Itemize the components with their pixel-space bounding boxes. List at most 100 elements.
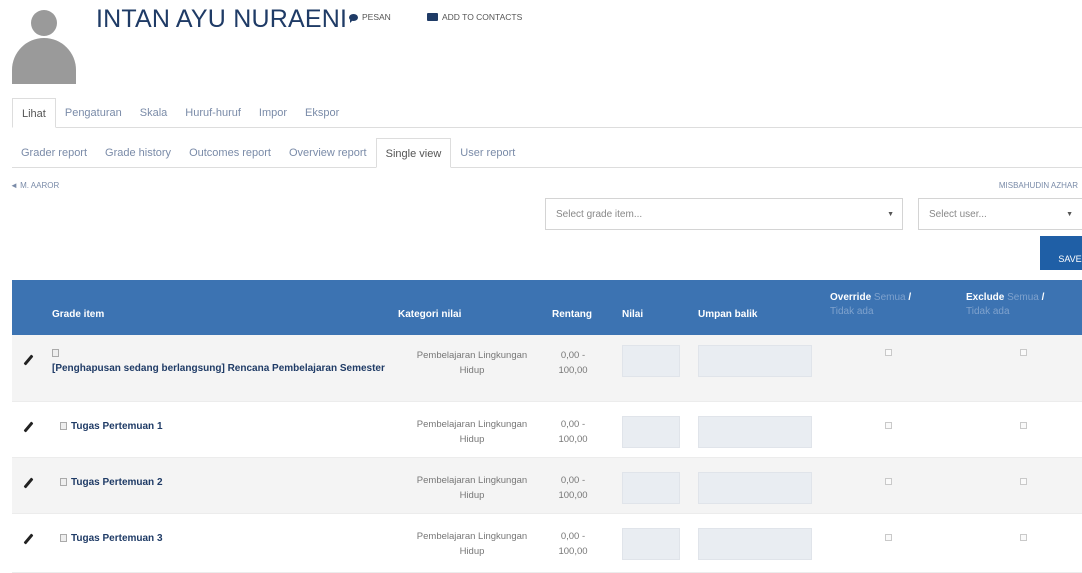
- user-avatar-icon[interactable]: [10, 4, 78, 84]
- tab-grade-history[interactable]: Grade history: [96, 138, 180, 168]
- grade-item-select-value: Select grade item...: [556, 209, 643, 220]
- exclude-all-link[interactable]: Semua: [1007, 292, 1039, 303]
- pencil-icon[interactable]: [22, 421, 34, 434]
- message-link[interactable]: PESAN: [349, 12, 391, 23]
- range-line1: 0,00 -: [560, 350, 586, 361]
- grade-item-name: [Penghapusan sedang berlangsung] Rencana…: [52, 363, 385, 374]
- tab-ekspor[interactable]: Ekspor: [296, 98, 348, 128]
- header-override-label: Override: [830, 292, 872, 303]
- header-exclude-label: Exclude: [966, 292, 1005, 303]
- tab-impor[interactable]: Impor: [250, 98, 296, 128]
- avatar-body: [12, 38, 76, 84]
- message-label: PESAN: [362, 12, 391, 22]
- avatar-head: [31, 10, 57, 36]
- override-separator: /: [908, 292, 912, 303]
- table-row: [Penghapusan sedang berlangsung] Rencana…: [12, 335, 1082, 402]
- override-checkbox[interactable]: [885, 422, 892, 429]
- address-card-icon: [427, 13, 438, 21]
- override-checkbox[interactable]: [885, 478, 892, 485]
- add-contact-link[interactable]: ADD TO CONTACTS: [427, 12, 522, 22]
- chat-bubble-icon: [349, 13, 358, 23]
- table-row: Tugas Pertemuan 2 Pembelajaran Lingkunga…: [12, 458, 1082, 514]
- tab-huruf-huruf[interactable]: Huruf-huruf: [176, 98, 250, 128]
- value-input[interactable]: [622, 345, 680, 377]
- exclude-checkbox[interactable]: [1020, 422, 1027, 429]
- category-line2: Hidup: [459, 546, 485, 557]
- feedback-input[interactable]: [698, 416, 812, 448]
- tab-lihat[interactable]: Lihat: [12, 98, 56, 128]
- grade-item-link[interactable]: Tugas Pertemuan 1: [60, 419, 390, 434]
- override-checkbox[interactable]: [885, 534, 892, 541]
- category-cell: Pembelajaran Lingkungan Hidup: [397, 348, 547, 378]
- tab-single-view[interactable]: Single view: [375, 138, 452, 168]
- category-line2: Hidup: [459, 365, 485, 376]
- user-header: INTAN AYU NURAENI PESAN ADD TO CONTACTS: [0, 0, 1082, 92]
- previous-user-link[interactable]: ◄ M. AAROR: [10, 181, 59, 190]
- exclude-none-link[interactable]: Tidak ada: [966, 306, 1010, 317]
- override-none-link[interactable]: Tidak ada: [830, 306, 874, 317]
- range-line2: 100,00: [558, 365, 588, 376]
- category-line1: Pembelajaran Lingkungan: [416, 475, 528, 486]
- header-override: Override Semua /: [830, 292, 911, 303]
- save-button[interactable]: SAVE: [1040, 236, 1082, 270]
- category-line1: Pembelajaran Lingkungan: [416, 531, 528, 542]
- table-row: Tugas Pertemuan 1 Pembelajaran Lingkunga…: [12, 402, 1082, 458]
- caret-down-icon: ▼: [1066, 211, 1073, 218]
- grade-item-link[interactable]: Tugas Pertemuan 2: [60, 475, 390, 490]
- range-line1: 0,00 -: [560, 531, 586, 542]
- document-icon: [52, 349, 59, 358]
- value-input[interactable]: [622, 528, 680, 560]
- header-range: Rentang: [552, 309, 592, 320]
- feedback-input[interactable]: [698, 528, 812, 560]
- grade-item-select[interactable]: Select grade item... ▼: [545, 198, 903, 230]
- feedback-input[interactable]: [698, 345, 812, 377]
- range-cell: 0,00 - 100,00: [552, 473, 594, 503]
- grade-item-link[interactable]: Tugas Pertemuan 3: [60, 531, 390, 546]
- document-icon: [60, 534, 67, 543]
- pencil-icon[interactable]: [22, 477, 34, 490]
- pencil-icon[interactable]: [22, 354, 34, 367]
- header-category: Kategori nilai: [398, 309, 462, 320]
- feedback-input[interactable]: [698, 472, 812, 504]
- document-icon: [60, 422, 67, 431]
- tab-grader-report[interactable]: Grader report: [12, 138, 96, 168]
- grade-item-link[interactable]: [Penghapusan sedang berlangsung] Rencana…: [52, 346, 392, 376]
- next-user-link[interactable]: MISBAHUDIN AZHAR: [999, 181, 1078, 190]
- category-line2: Hidup: [459, 434, 485, 445]
- category-cell: Pembelajaran Lingkungan Hidup: [397, 417, 547, 447]
- tab-outcomes-report[interactable]: Outcomes report: [180, 138, 280, 168]
- table-row: Tugas Pertemuan 3 Pembelajaran Lingkunga…: [12, 514, 1082, 573]
- value-input[interactable]: [622, 472, 680, 504]
- override-checkbox[interactable]: [885, 349, 892, 356]
- add-contact-label: ADD TO CONTACTS: [442, 12, 523, 22]
- exclude-checkbox[interactable]: [1020, 478, 1027, 485]
- exclude-checkbox[interactable]: [1020, 349, 1027, 356]
- header-value: Nilai: [622, 309, 644, 320]
- category-cell: Pembelajaran Lingkungan Hidup: [397, 529, 547, 559]
- header-grade-item: Grade item: [52, 309, 105, 320]
- grade-item-name: Tugas Pertemuan 3: [71, 533, 163, 544]
- category-line1: Pembelajaran Lingkungan: [416, 350, 528, 361]
- primary-tabs: Lihat Pengaturan Skala Huruf-huruf Impor…: [12, 98, 1082, 128]
- caret-down-icon: ▼: [887, 211, 894, 218]
- value-input[interactable]: [622, 416, 680, 448]
- tab-pengaturan[interactable]: Pengaturan: [56, 98, 131, 128]
- tab-user-report[interactable]: User report: [451, 138, 524, 168]
- exclude-checkbox[interactable]: [1020, 534, 1027, 541]
- range-line1: 0,00 -: [560, 419, 586, 430]
- document-icon: [60, 478, 67, 487]
- user-name: INTAN AYU NURAENI: [96, 5, 348, 33]
- user-select[interactable]: Select user... ▼: [918, 198, 1082, 230]
- grade-item-name: Tugas Pertemuan 2: [71, 477, 163, 488]
- pencil-icon[interactable]: [22, 533, 34, 546]
- report-tabs: Grader report Grade history Outcomes rep…: [12, 138, 1082, 168]
- table-header: Grade item Kategori nilai Rentang Nilai …: [12, 280, 1082, 335]
- range-line2: 100,00: [558, 546, 588, 557]
- tab-overview-report[interactable]: Overview report: [280, 138, 376, 168]
- tab-skala[interactable]: Skala: [131, 98, 177, 128]
- range-cell: 0,00 - 100,00: [552, 529, 594, 559]
- range-line2: 100,00: [558, 490, 588, 501]
- override-all-link[interactable]: Semua: [874, 292, 906, 303]
- exclude-separator: /: [1041, 292, 1045, 303]
- header-exclude: Exclude Semua /: [966, 292, 1044, 303]
